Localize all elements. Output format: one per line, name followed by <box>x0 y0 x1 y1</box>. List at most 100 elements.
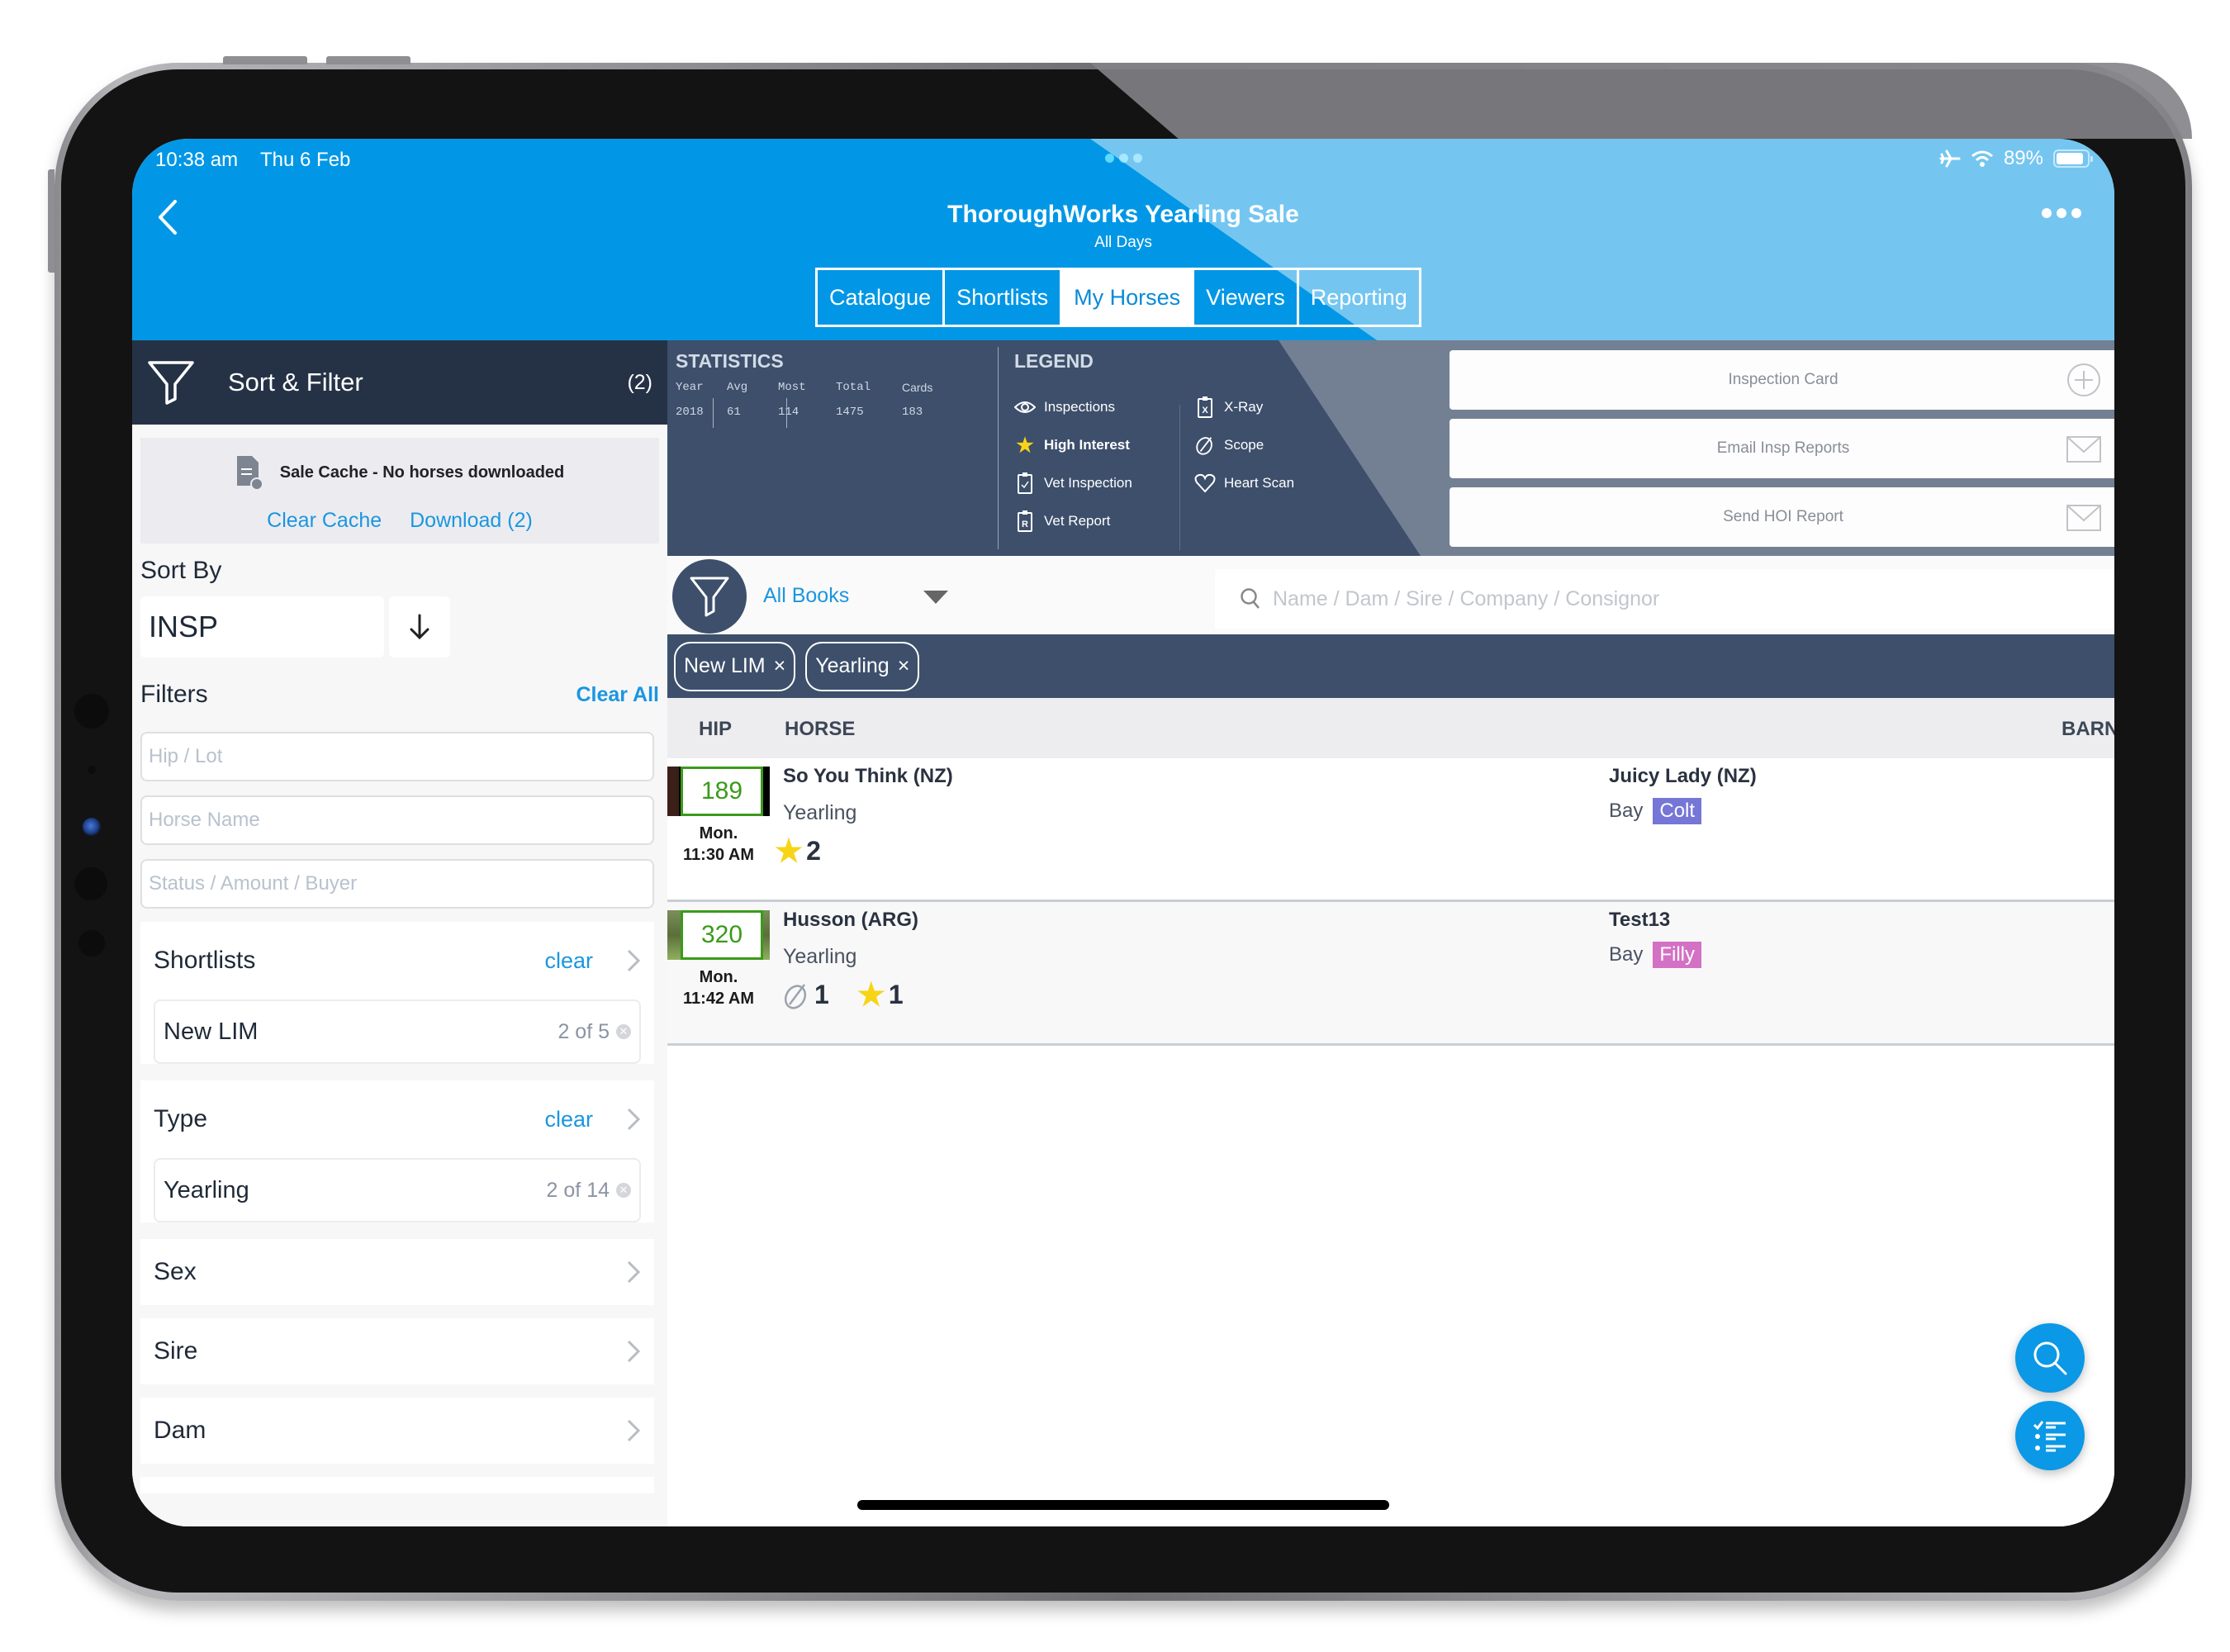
dam-filter-label: Dam <box>154 1417 206 1444</box>
legend-label: Heart Scan <box>1224 475 1295 491</box>
tab-my-horses[interactable]: My Horses <box>1060 270 1193 325</box>
status-time: 10:38 am <box>155 149 239 171</box>
column-header-horse[interactable]: HORSE <box>785 718 855 741</box>
filter-chip[interactable]: New LIM × <box>674 641 796 691</box>
type-filter-header[interactable]: Type clear <box>140 1080 654 1158</box>
filter-chip[interactable]: Yearling × <box>805 641 920 691</box>
horse-type: Yearling <box>783 801 857 824</box>
shortlist-count: 2 of 5 <box>558 1019 610 1043</box>
download-link[interactable]: Download (2) <box>410 509 533 533</box>
sire-filter-group[interactable]: Sire <box>140 1318 654 1384</box>
shortlist-selected-item: New LIM 2 of 5 ✕ <box>154 999 641 1064</box>
chevron-right-icon <box>627 1340 641 1363</box>
filter-funnel-icon <box>148 361 194 405</box>
email-insp-reports-label: Email Insp Reports <box>1716 439 1850 457</box>
table-row[interactable]: 320 Mon. 11:42 AM Husson (ARG) Yearling … <box>667 902 2114 1046</box>
stats-divider <box>713 398 714 428</box>
legend-divider <box>998 347 999 549</box>
sex-filter-header[interactable]: Sex <box>140 1239 654 1305</box>
close-icon[interactable]: × <box>774 654 786 678</box>
shortlists-filter-header[interactable]: Shortlists clear <box>140 922 654 999</box>
stat-header-total: Total <box>836 381 871 394</box>
horse-name-input[interactable] <box>140 795 654 845</box>
battery-percent: 89% <box>2003 147 2043 169</box>
sale-day: Mon. <box>699 968 738 986</box>
filters-label: Filters <box>140 681 208 708</box>
main-content: STATISTICS Year Avg Most Total Cards 201… <box>667 340 2114 1526</box>
chevron-right-icon <box>627 1419 641 1442</box>
status-amount-buyer-input[interactable] <box>140 859 654 909</box>
sort-field-select[interactable]: INSP <box>140 596 384 657</box>
search-box <box>1215 569 2114 629</box>
battery-level <box>2057 153 2084 164</box>
next-filter-group <box>140 1477 654 1493</box>
sort-by-label: Sort By <box>140 557 222 584</box>
airplane-icon <box>1939 150 1961 168</box>
legend-label: Inspections <box>1044 399 1115 415</box>
clear-cache-link[interactable]: Clear Cache <box>267 509 382 533</box>
stat-value-cards: 183 <box>902 406 923 419</box>
dam-filter-group[interactable]: Dam <box>140 1398 654 1464</box>
clipboard-x-icon: X <box>1198 396 1212 418</box>
multitasking-dots-icon[interactable] <box>1105 154 1142 163</box>
tab-catalogue[interactable]: Catalogue <box>818 270 942 325</box>
home-indicator[interactable] <box>857 1500 1389 1510</box>
type-clear-button[interactable]: clear <box>544 1107 593 1132</box>
books-dropdown[interactable]: All Books <box>763 584 849 608</box>
horse-dam: Test13 <box>1609 909 1671 931</box>
status-date: Thu 6 Feb <box>260 149 351 171</box>
table-row[interactable]: 189 Mon. 11:30 AM So You Think (NZ) Year… <box>667 758 2114 902</box>
email-insp-reports-button[interactable]: Email Insp Reports <box>1450 419 2114 478</box>
remove-circle-icon[interactable]: ✕ <box>616 1183 631 1198</box>
search-icon <box>2033 1341 2067 1375</box>
hip-number: 320 <box>681 910 763 960</box>
cache-status: Sale Cache - No horses downloaded <box>279 463 565 482</box>
eye-icon <box>1014 401 1036 413</box>
clipboard-check-icon <box>1018 472 1032 494</box>
legend-label: High Interest <box>1044 437 1130 453</box>
tab-viewers[interactable]: Viewers <box>1192 270 1297 325</box>
column-header-hip[interactable]: HIP <box>699 718 732 741</box>
bezel-reflection <box>1090 63 2192 139</box>
legend-item: X X-Ray <box>1194 388 1294 426</box>
dam-filter-header[interactable]: Dam <box>140 1398 654 1464</box>
sale-clock: 11:30 AM <box>683 846 754 864</box>
search-fab[interactable] <box>2015 1323 2085 1393</box>
shortlists-clear-button[interactable]: clear <box>544 948 593 974</box>
horse-indicators: 1 ★ 1 <box>775 976 904 1014</box>
caret-down-icon[interactable] <box>923 591 948 604</box>
hip-lot-input[interactable] <box>140 732 654 781</box>
remove-circle-icon[interactable]: ✕ <box>616 1024 631 1039</box>
wifi-icon <box>1971 150 1993 167</box>
tab-shortlists[interactable]: Shortlists <box>942 270 1060 325</box>
clipboard-r-icon: R <box>1018 510 1032 532</box>
search-input[interactable] <box>1273 586 1933 611</box>
filter-button[interactable] <box>672 559 747 634</box>
legend-item: Inspections <box>1014 388 1132 426</box>
sire-filter-header[interactable]: Sire <box>140 1318 654 1384</box>
scope-count: 1 <box>814 980 829 1009</box>
column-header-barn[interactable]: BARN <box>2062 718 2114 741</box>
sale-day: Mon. <box>699 824 738 843</box>
sex-filter-group[interactable]: Sex <box>140 1239 654 1305</box>
send-hoi-report-button[interactable]: Send HOI Report <box>1450 487 2114 547</box>
clear-all-button[interactable]: Clear All <box>576 683 659 707</box>
more-options-icon[interactable] <box>2042 208 2081 218</box>
inspection-card-button[interactable]: Inspection Card <box>1450 350 2114 410</box>
screen: 10:38 am Thu 6 Feb 89% ThoroughWorks Yea… <box>132 139 2114 1526</box>
star-icon: ★ <box>856 978 885 1013</box>
battery-icon <box>2053 150 2093 168</box>
horse-indicators: ★ 2 <box>775 833 821 870</box>
sale-time: Mon. 11:42 AM <box>667 966 770 1009</box>
envelope-icon <box>2066 505 2101 531</box>
tab-reporting[interactable]: Reporting <box>1296 270 1419 325</box>
stats-divider <box>786 398 787 428</box>
type-filter-group: Type clear Yearling 2 of 14 ✕ <box>140 1080 654 1222</box>
legend-column-divider <box>1179 405 1180 550</box>
scope-icon <box>1196 437 1212 455</box>
checklist-fab[interactable] <box>2015 1401 2085 1470</box>
power-button <box>48 169 55 273</box>
close-icon[interactable]: × <box>898 654 910 678</box>
sort-direction-button[interactable] <box>389 596 450 657</box>
legend-label: Vet Inspection <box>1044 475 1132 491</box>
